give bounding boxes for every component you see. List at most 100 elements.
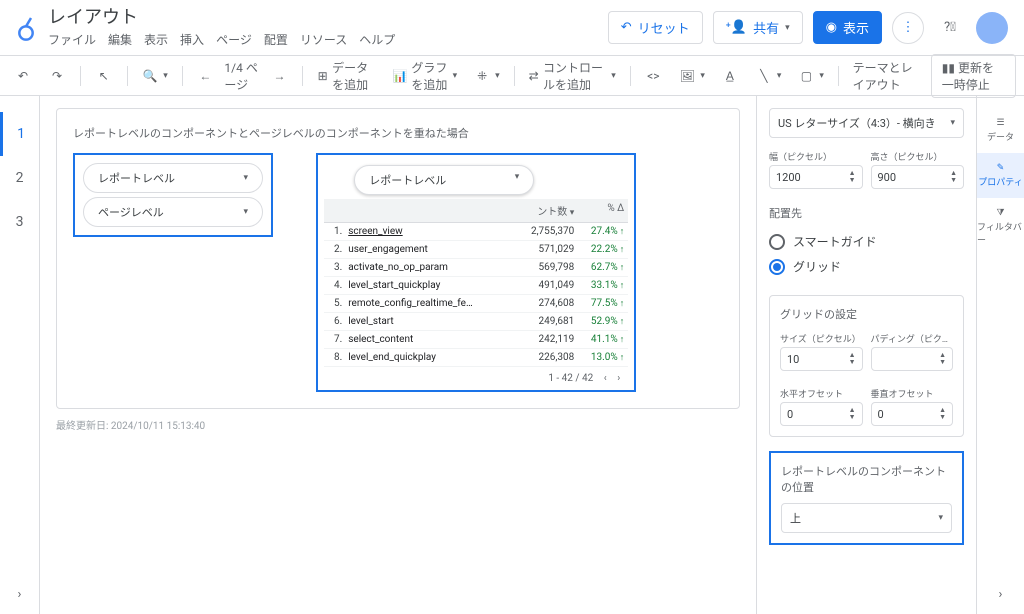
row-delta: 41.1%↑: [574, 334, 628, 345]
prev-page-icon[interactable]: ‹: [604, 373, 607, 384]
width-label: 幅（ピクセル）: [769, 150, 863, 163]
side-tab-filter[interactable]: ⧩ フィルタバー: [977, 198, 1024, 256]
count-header[interactable]: ント数: [537, 207, 567, 218]
image-button[interactable]: 🖼▾: [672, 63, 711, 89]
page-tab-1[interactable]: 1: [0, 112, 39, 156]
zoom-tool[interactable]: 🔍▾: [135, 63, 174, 89]
align-smart-radio[interactable]: スマートガイド: [769, 229, 964, 254]
page-indicator: 1/4 ページ: [224, 59, 260, 93]
grid-padding-input[interactable]: ▲▼: [871, 347, 954, 371]
add-chart-button[interactable]: 📊グラフを追加▾: [386, 55, 463, 97]
help-button[interactable]: ?⃝: [934, 12, 966, 44]
add-data-button[interactable]: ⊞データを追加: [311, 55, 382, 97]
align-section-label: 配置先: [769, 205, 964, 221]
menu-edit[interactable]: 編集: [108, 31, 132, 48]
grid-hoffset-value: 0: [787, 408, 793, 421]
page-level-dropdown[interactable]: ページレベル ▾: [83, 197, 263, 227]
more-options-button[interactable]: ⋮: [892, 12, 924, 44]
share-label: 共有: [753, 18, 779, 37]
chevron-down-icon: ▾: [938, 513, 943, 523]
width-input[interactable]: 1200 ▲▼: [769, 165, 863, 189]
side-tab-data[interactable]: ☰ データ: [977, 108, 1024, 153]
page-tabs-expand[interactable]: ›: [18, 575, 22, 614]
side-tab-properties[interactable]: ✎ プロパティ: [977, 153, 1024, 198]
table-row[interactable]: 1.screen_view2,755,37027.4%↑: [324, 223, 628, 241]
add-control-button[interactable]: ⇄コントロールを追加▾: [522, 55, 621, 97]
menu-insert[interactable]: 挿入: [180, 31, 204, 48]
table-row[interactable]: 8.level_end_quickplay226,30813.0%↑: [324, 349, 628, 367]
height-input[interactable]: 900 ▲▼: [871, 165, 965, 189]
side-tab-data-label: データ: [987, 130, 1014, 143]
table-row[interactable]: 3.activate_no_op_param569,79862.7%↑: [324, 259, 628, 277]
chevron-down-icon: ▾: [819, 71, 824, 81]
eye-icon: ◉: [826, 20, 837, 35]
table-row[interactable]: 2.user_engagement571,02922.2%↑: [324, 241, 628, 259]
row-count: 571,029: [504, 244, 574, 255]
theme-layout-button[interactable]: テーマとレイアウト: [847, 55, 927, 97]
text-button[interactable]: A̲: [715, 63, 745, 89]
view-button[interactable]: ◉ 表示: [813, 11, 882, 44]
trend-up-icon: ↑: [620, 281, 625, 291]
delta-header[interactable]: % Δ: [574, 203, 628, 218]
title-block: レイアウト ファイル 編集 表示 挿入 ページ 配置 リソース ヘルプ: [48, 7, 608, 48]
side-tab-properties-label: プロパティ: [978, 175, 1022, 188]
grid-size-input[interactable]: 10 ▲▼: [780, 347, 863, 371]
stepper[interactable]: ▲▼: [939, 352, 946, 366]
menu-view[interactable]: 表示: [144, 31, 168, 48]
reset-button[interactable]: ↶ リセット: [608, 11, 703, 44]
canvas-size-select[interactable]: US レターサイズ（4:3）- 横向き ▾: [769, 108, 964, 138]
selection-tool[interactable]: ↖: [89, 63, 119, 89]
redo-button[interactable]: ↷: [42, 63, 72, 89]
table-component-highlight: レポートレベル ▾ ント数 ▾ % Δ 1.screen_view2,755,3…: [316, 153, 636, 392]
page-tab-2[interactable]: 2: [0, 156, 39, 200]
stepper[interactable]: ▲▼: [849, 407, 856, 421]
grid-hoffset-input[interactable]: 0 ▲▼: [780, 402, 863, 426]
table-body: 1.screen_view2,755,37027.4%↑2.user_engag…: [324, 223, 628, 367]
cursor-icon: ↖: [95, 67, 113, 85]
undo-button[interactable]: ↶: [8, 63, 38, 89]
table-row[interactable]: 6.level_start249,68152.9%↑: [324, 313, 628, 331]
line-button[interactable]: ╲▾: [749, 63, 788, 89]
line-icon: ╲: [755, 67, 773, 85]
row-index: 4.: [324, 280, 348, 291]
position-select[interactable]: 上 ▾: [781, 503, 952, 533]
shape-button[interactable]: ▢▾: [791, 63, 830, 89]
grid-voffset-input[interactable]: 0 ▲▼: [871, 402, 954, 426]
grid-settings-section: グリッドの設定 サイズ（ピクセル） 10 ▲▼ パディング（ピク… ▲▼: [769, 295, 964, 437]
next-page-icon[interactable]: ›: [617, 373, 620, 384]
stepper[interactable]: ▲▼: [849, 352, 856, 366]
chevron-down-icon: ▾: [777, 71, 782, 81]
menu-page[interactable]: ページ: [216, 31, 252, 48]
next-page-button[interactable]: →: [264, 63, 294, 89]
side-tabs-collapse[interactable]: ›: [999, 575, 1003, 614]
align-grid-radio[interactable]: グリッド: [769, 254, 964, 279]
page-tab-3[interactable]: 3: [0, 200, 39, 244]
row-index: 7.: [324, 334, 348, 345]
menu-arrange[interactable]: 配置: [264, 31, 288, 48]
undo-icon: ↶: [14, 67, 32, 85]
share-button[interactable]: ⁺👤 共有 ▾: [713, 11, 803, 44]
menu-help[interactable]: ヘルプ: [359, 31, 395, 48]
row-event-name: level_start_quickplay: [348, 280, 504, 291]
row-delta: 27.4%↑: [574, 226, 628, 237]
report-level-dropdown[interactable]: レポートレベル ▾: [83, 163, 263, 193]
table-row[interactable]: 4.level_start_quickplay491,04933.1%↑: [324, 277, 628, 295]
image-icon: 🖼: [678, 67, 696, 85]
table-row[interactable]: 5.remote_config_realtime_fe…274,60877.5%…: [324, 295, 628, 313]
table-row[interactable]: 7.select_content242,11941.1%↑: [324, 331, 628, 349]
stepper[interactable]: ▲▼: [939, 407, 946, 421]
floating-report-level-dropdown[interactable]: レポートレベル ▾: [354, 165, 534, 195]
embed-button[interactable]: <>: [638, 63, 668, 89]
canvas[interactable]: レポートレベルのコンポーネントとページレベルのコンポーネントを重ねた場合 レポー…: [40, 96, 756, 614]
width-stepper[interactable]: ▲▼: [849, 170, 856, 184]
user-avatar[interactable]: [976, 12, 1008, 44]
menu-file[interactable]: ファイル: [48, 31, 96, 48]
pause-updates-button[interactable]: ▮▮ 更新を一時停止: [931, 54, 1016, 98]
community-viz-button[interactable]: ⁜▾: [467, 63, 506, 89]
menu-resource[interactable]: リソース: [300, 31, 347, 48]
theme-label: テーマとレイアウト: [853, 59, 921, 93]
height-stepper[interactable]: ▲▼: [950, 170, 957, 184]
document-title[interactable]: レイアウト: [48, 7, 608, 29]
grid-size-label: サイズ（ピクセル）: [780, 332, 863, 345]
prev-page-button[interactable]: ←: [190, 63, 220, 89]
